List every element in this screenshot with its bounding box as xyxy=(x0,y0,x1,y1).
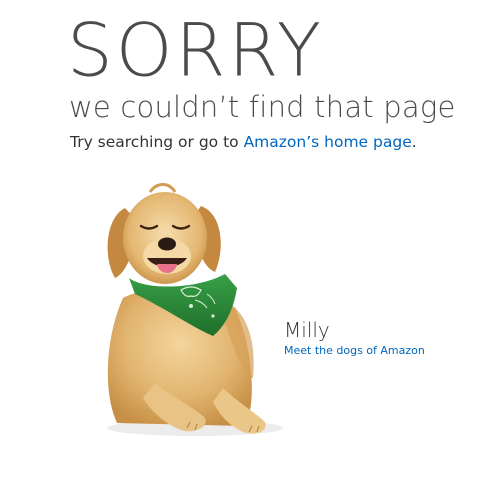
help-prefix: Try searching or go to xyxy=(70,133,244,151)
meet-dogs-link[interactable]: Meet the dogs of Amazon xyxy=(284,344,425,358)
page-title: SORRY xyxy=(67,6,324,93)
error-page: SORRY we couldn’t find that page Try sea… xyxy=(0,0,500,497)
page-subtitle: we couldn’t find that page xyxy=(69,90,456,124)
dog-name: Milly xyxy=(284,318,330,342)
dog-image xyxy=(107,183,283,436)
dog-nose xyxy=(158,237,176,251)
home-page-link[interactable]: Amazon’s home page xyxy=(244,133,412,151)
help-suffix: . xyxy=(411,133,417,151)
help-message: Try searching or go to Amazon’s home pag… xyxy=(70,132,417,152)
